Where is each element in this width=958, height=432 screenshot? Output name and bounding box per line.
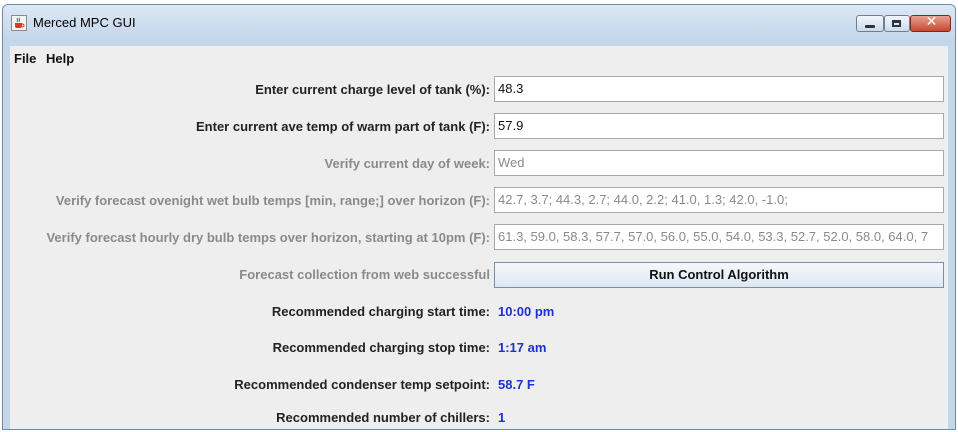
run-control-algorithm-button[interactable]: Run Control Algorithm (494, 262, 944, 288)
title-bar[interactable]: Merced MPC GUI ✕ (3, 5, 955, 41)
warm-temp-input[interactable]: 57.9 (494, 113, 944, 139)
dry-bulb-input: 61.3, 59.0, 58.3, 57.7, 57.0, 56.0, 55.0… (494, 224, 944, 250)
menu-bar: File Help (10, 46, 948, 70)
maximize-button[interactable] (884, 15, 910, 32)
start-time-label: Recommended charging start time: (271, 304, 490, 319)
minimize-icon (865, 25, 875, 28)
maximize-icon (892, 20, 901, 27)
warm-temp-label: Enter current ave temp of warm part of t… (196, 119, 490, 134)
charge-level-input[interactable]: 48.3 (494, 76, 944, 102)
start-time-value: 10:00 pm (498, 304, 555, 319)
app-window: Merced MPC GUI ✕ File Help Enter current… (2, 4, 956, 430)
java-cup-icon[interactable] (11, 15, 27, 31)
window-title: Merced MPC GUI (33, 15, 136, 30)
content-pane: File Help Enter current charge level of … (10, 46, 948, 429)
close-button[interactable]: ✕ (910, 14, 951, 32)
menu-help[interactable]: Help (46, 51, 74, 66)
chillers-value: 1 (498, 410, 506, 425)
minimize-button[interactable] (856, 15, 884, 32)
menu-file[interactable]: File (14, 51, 36, 66)
close-icon: ✕ (925, 14, 938, 30)
setpoint-label: Recommended condenser temp setpoint: (234, 377, 490, 392)
forecast-status-label: Forecast collection from web successful (239, 267, 490, 282)
stop-time-label: Recommended charging stop time: (272, 340, 490, 355)
day-of-week-input: Wed (494, 150, 944, 176)
wet-bulb-input: 42.7, 3.7; 44.3, 2.7; 44.0, 2.2; 41.0, 1… (494, 187, 944, 213)
day-of-week-label: Verify current day of week: (324, 156, 490, 171)
dry-bulb-label: Verify forecast hourly dry bulb temps ov… (46, 230, 490, 245)
chillers-label: Recommended number of chillers: (276, 410, 490, 425)
setpoint-value: 58.7 F (498, 377, 535, 392)
wet-bulb-label: Verify forecast ovenight wet bulb temps … (55, 193, 490, 208)
charge-level-label: Enter current charge level of tank (%): (255, 82, 490, 97)
stop-time-value: 1:17 am (498, 340, 547, 355)
